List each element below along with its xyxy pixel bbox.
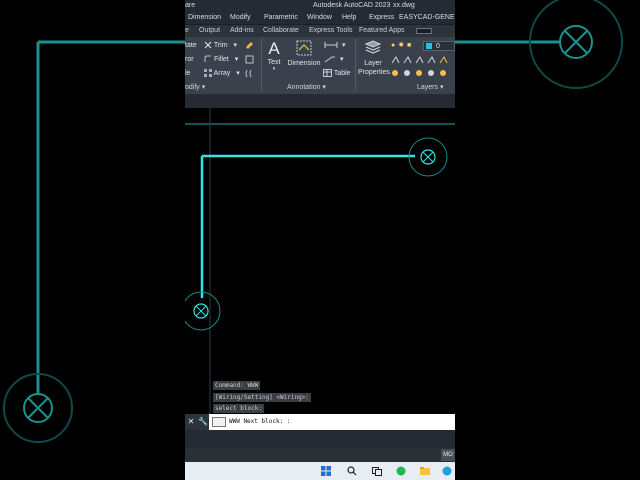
command-prompt-text[interactable]: WWW Next block: : <box>229 414 290 430</box>
tab-add-ins[interactable]: Add-ins <box>230 25 254 37</box>
title-bar: are Autodesk AutoCAD 2023 xx.dwg <box>185 0 455 12</box>
screen: are Autodesk AutoCAD 2023 xx.dwg Dimensi… <box>0 0 640 480</box>
scale-tool[interactable]: le <box>185 69 190 78</box>
menu-bar: Dimension Modify Parametric Window Help … <box>185 12 455 24</box>
table-tool[interactable]: Table <box>323 69 351 78</box>
file-name: xx.dwg <box>393 2 415 9</box>
tab-featured-apps[interactable]: Featured Apps <box>359 25 405 37</box>
menu-item-express[interactable]: Express <box>369 12 394 24</box>
offset-icon <box>245 69 252 78</box>
scale-label: le <box>185 70 191 77</box>
command-prompt-icon[interactable] <box>212 417 226 427</box>
explode-tool[interactable] <box>245 55 254 64</box>
app-title: Autodesk AutoCAD 2023 <box>313 2 391 9</box>
dimension-icon <box>296 40 312 56</box>
layer-dropdown[interactable]: 0 <box>423 41 455 51</box>
model-space-toggle[interactable]: MO <box>441 449 455 461</box>
wrench-icon[interactable]: 🔧 <box>197 414 209 430</box>
leader-icon <box>324 56 335 63</box>
layer-properties-label-line1: Layer <box>364 60 382 67</box>
trim-tool[interactable]: Trim ▾ <box>204 41 237 50</box>
text-tool[interactable]: A Text ▾ <box>266 40 282 72</box>
layer-tools-row2 <box>391 68 451 77</box>
offset-tool[interactable] <box>245 69 254 78</box>
fillet-icon <box>204 55 211 63</box>
rotate-tool[interactable]: tate <box>185 41 197 50</box>
mirror-label: ror <box>185 56 194 63</box>
layer-properties-label-line2: Properties <box>358 69 390 76</box>
rotate-label: tate <box>185 42 197 49</box>
lightbulb-icon[interactable]: ● <box>391 42 395 49</box>
tab-output[interactable]: Output <box>199 25 220 37</box>
tab-home-fragment[interactable]: e <box>185 25 189 37</box>
file-tab-strip <box>185 94 455 108</box>
array-icon <box>204 69 212 78</box>
lock-icon[interactable]: ■ <box>407 42 411 49</box>
sun-icon[interactable]: ✹ <box>398 42 404 49</box>
annotation-panel-title[interactable]: Annotation ▾ <box>287 83 326 92</box>
layout-tabs <box>185 430 455 448</box>
fillet-tool[interactable]: Fillet ▾ <box>204 55 238 64</box>
file-explorer-icon[interactable] <box>420 466 430 476</box>
modify-panel-title[interactable]: odify ▾ <box>185 83 205 92</box>
tab-express-tools[interactable]: Express Tools <box>309 25 352 37</box>
current-layer-name: 0 <box>435 43 440 50</box>
wire-path[interactable] <box>200 154 415 298</box>
menu-item-help[interactable]: Help <box>342 12 356 24</box>
text-a-icon: A <box>268 39 280 58</box>
menu-item-parametric[interactable]: Parametric <box>264 12 298 24</box>
layer-properties-button[interactable]: Layer Properties <box>358 40 390 77</box>
menu-item-dimension[interactable]: Dimension <box>188 12 221 24</box>
drawing-svg <box>185 108 455 414</box>
edge-browser-icon[interactable] <box>442 466 452 476</box>
ribbon: tate Trim ▾ ror Fillet ▾ le Array ▾ odif… <box>185 37 455 94</box>
layer-state-icons: ● ✹ ■ <box>391 41 411 50</box>
linear-dim-tool[interactable]: ▾ <box>324 41 345 50</box>
task-view-icon[interactable] <box>372 466 382 476</box>
command-history-line: [Wiring/Setting] <Wiring>: <box>213 393 311 402</box>
command-history-line: select block: <box>213 404 264 413</box>
search-icon[interactable] <box>347 466 357 476</box>
command-line[interactable]: ✕ 🔧 WWW Next block: : <box>185 414 455 430</box>
close-icon[interactable]: ✕ <box>185 414 197 430</box>
tab-more-toggle[interactable] <box>416 28 432 34</box>
layers-panel-title[interactable]: Layers ▾ <box>417 83 443 92</box>
command-history-line: Command: WWW <box>213 381 261 390</box>
panel-divider <box>261 39 262 91</box>
linear-dimension-icon <box>324 42 338 49</box>
leader-tool[interactable]: ▾ <box>324 55 343 64</box>
trim-icon <box>204 41 212 49</box>
windows-start-icon[interactable] <box>321 466 331 476</box>
erase-tool[interactable] <box>245 40 254 49</box>
app-green-icon[interactable] <box>396 466 406 476</box>
table-icon <box>323 69 332 78</box>
layer-tools-icons-row2[interactable] <box>391 68 451 77</box>
layer-color-swatch <box>426 43 432 49</box>
panel-divider <box>355 39 356 91</box>
menu-item-overflow[interactable]: E <box>450 12 455 24</box>
status-bar: MO <box>185 448 455 462</box>
layer-stack-icon <box>364 40 382 54</box>
table-label: Table <box>333 70 351 77</box>
menu-item-modify[interactable]: Modify <box>230 12 251 24</box>
layer-tools-row1 <box>391 55 451 64</box>
array-tool[interactable]: Array ▾ <box>204 69 240 78</box>
autocad-window: are Autodesk AutoCAD 2023 xx.dwg Dimensi… <box>185 0 455 480</box>
menu-item-window[interactable]: Window <box>307 12 332 24</box>
array-label: Array <box>213 70 231 77</box>
trim-label: Trim <box>213 42 228 49</box>
eraser-icon <box>246 42 253 49</box>
tab-collaborate[interactable]: Collaborate <box>263 25 299 37</box>
title-left-fragment: are <box>185 2 196 9</box>
drawing-canvas[interactable]: Command: WWW [Wiring/Setting] <Wiring>: … <box>185 108 455 414</box>
layer-tools-icons-row1[interactable] <box>391 55 451 64</box>
dimension-label: Dimension <box>287 60 321 67</box>
windows-taskbar <box>185 462 455 480</box>
mirror-tool[interactable]: ror <box>185 55 194 64</box>
ribbon-tab-bar: e Output Add-ins Collaborate Express Too… <box>185 25 455 37</box>
dimension-tool[interactable]: Dimension <box>286 40 322 68</box>
explode-icon <box>245 55 254 64</box>
menu-item-easycad-gen[interactable]: EASYCAD-GEN <box>399 12 450 24</box>
fillet-label: Fillet <box>213 56 229 63</box>
